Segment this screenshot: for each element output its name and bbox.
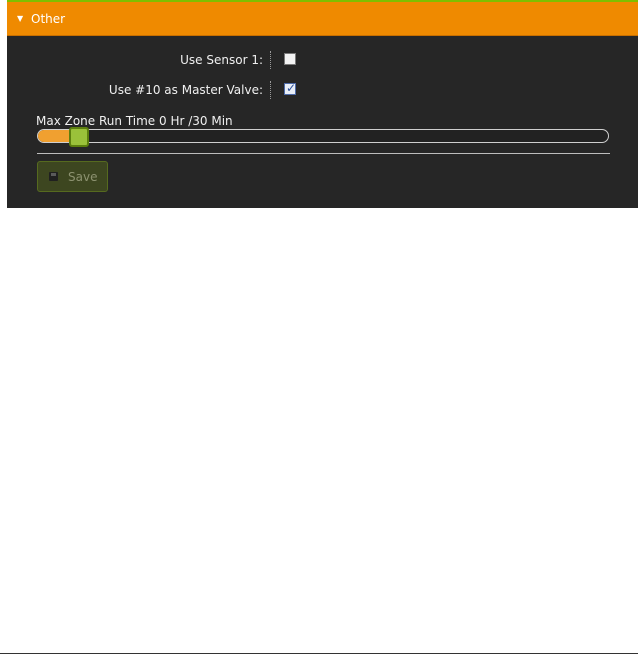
checkmark-icon: ✓ bbox=[285, 81, 297, 95]
dotted-separator bbox=[270, 51, 271, 69]
divider bbox=[37, 153, 610, 154]
settings-panel: ▼ Other Use Sensor 1: Use #10 as Master … bbox=[7, 2, 638, 208]
master-valve-checkbox[interactable]: ✓ bbox=[284, 81, 297, 95]
section-title: Other bbox=[31, 11, 66, 26]
caret-down-icon: ▼ bbox=[17, 14, 24, 23]
sensor-label: Use Sensor 1: bbox=[180, 53, 263, 67]
slider-handle[interactable] bbox=[69, 127, 89, 147]
setting-row-master-valve: Use #10 as Master Valve: ✓ bbox=[7, 80, 638, 100]
master-valve-label: Use #10 as Master Valve: bbox=[108, 83, 263, 97]
save-button[interactable]: Save bbox=[37, 161, 108, 192]
setting-row-sensor: Use Sensor 1: bbox=[7, 50, 638, 70]
max-run-time-slider[interactable] bbox=[37, 127, 609, 147]
save-label: Save bbox=[68, 170, 98, 184]
section-header-other[interactable]: ▼ Other bbox=[7, 2, 638, 36]
bottom-border bbox=[0, 653, 638, 654]
slider-label: Max Zone Run Time 0 Hr /30 Min bbox=[36, 114, 233, 128]
dotted-separator bbox=[270, 81, 271, 99]
floppy-disk-icon bbox=[49, 172, 58, 181]
use-sensor-checkbox[interactable] bbox=[284, 53, 296, 65]
